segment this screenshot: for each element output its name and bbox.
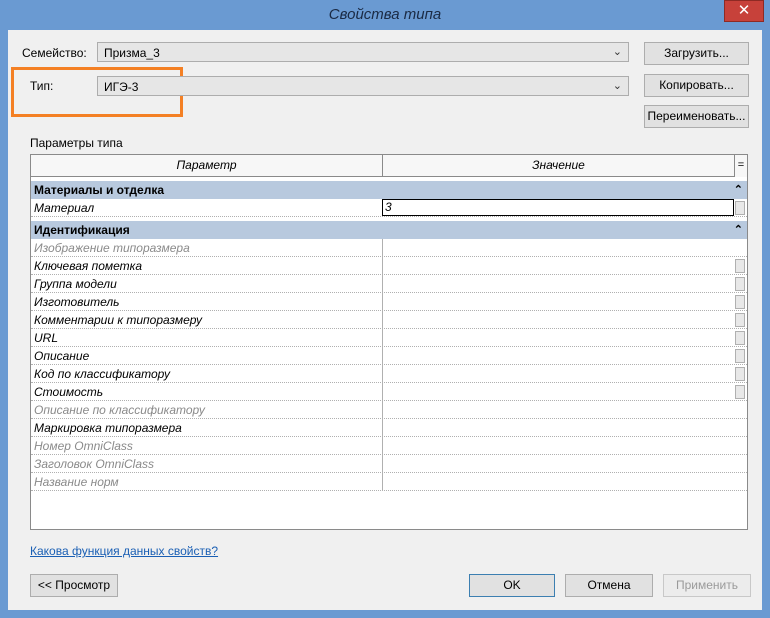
ok-button[interactable]: OK bbox=[469, 574, 555, 597]
chevron-down-icon: ⌄ bbox=[612, 46, 622, 58]
cancel-button[interactable]: Отмена bbox=[565, 574, 653, 597]
close-icon: ✕ bbox=[737, 2, 751, 19]
associate-param-button[interactable] bbox=[735, 367, 745, 381]
table-row[interactable]: Номер OmniClass bbox=[31, 437, 747, 455]
param-name: Название норм bbox=[34, 475, 119, 489]
table-row[interactable]: Заголовок OmniClass bbox=[31, 455, 747, 473]
param-value[interactable] bbox=[382, 257, 734, 275]
param-name: Стоимость bbox=[34, 385, 104, 399]
associate-param-button[interactable] bbox=[735, 313, 745, 327]
param-value[interactable] bbox=[382, 419, 734, 437]
type-label: Тип: bbox=[30, 79, 54, 93]
apply-button[interactable]: Применить bbox=[663, 574, 751, 597]
param-name: Описание по классификатору bbox=[34, 403, 205, 417]
param-value[interactable] bbox=[382, 239, 734, 257]
dialog-body: Семейство: Призма_3 ⌄ Загрузить... Тип: … bbox=[8, 30, 762, 610]
param-value[interactable] bbox=[382, 275, 734, 293]
param-name: Комментарии к типоразмеру bbox=[34, 313, 203, 327]
param-value[interactable] bbox=[382, 437, 734, 455]
associate-param-button[interactable] bbox=[735, 201, 745, 215]
family-label: Семейство: bbox=[22, 46, 87, 60]
type-select[interactable]: ИГЭ-3 ⌄ bbox=[97, 76, 629, 96]
type-properties-dialog: Свойства типа ✕ Семейство: Призма_3 ⌄ За… bbox=[0, 0, 770, 618]
close-button[interactable]: ✕ bbox=[724, 0, 764, 22]
param-value[interactable] bbox=[382, 473, 734, 491]
table-row[interactable]: Изготовитель bbox=[31, 293, 747, 311]
family-select[interactable]: Призма_3 ⌄ bbox=[97, 42, 629, 62]
param-name: Маркировка типоразмера bbox=[34, 421, 182, 435]
table-row[interactable]: Материал 3 bbox=[31, 199, 747, 217]
param-value[interactable] bbox=[382, 365, 734, 383]
collapse-icon[interactable]: ⌃ bbox=[734, 181, 743, 199]
column-header-parameter[interactable]: Параметр bbox=[31, 155, 383, 177]
copy-button[interactable]: Копировать... bbox=[644, 74, 749, 97]
dialog-title: Свойства типа bbox=[328, 6, 442, 23]
table-row[interactable]: Группа модели bbox=[31, 275, 747, 293]
param-value[interactable] bbox=[382, 347, 734, 365]
associate-param-button[interactable] bbox=[735, 385, 745, 399]
load-button[interactable]: Загрузить... bbox=[644, 42, 749, 65]
collapse-icon[interactable]: ⌃ bbox=[734, 221, 743, 239]
table-row[interactable]: Описание bbox=[31, 347, 747, 365]
table-row[interactable]: Код по классификатору bbox=[31, 365, 747, 383]
params-section-title: Параметры типа bbox=[30, 136, 123, 150]
table-row[interactable]: Маркировка типоразмера bbox=[31, 419, 747, 437]
preview-button[interactable]: << Просмотр bbox=[30, 574, 118, 597]
associate-param-button[interactable] bbox=[735, 349, 745, 363]
chevron-down-icon: ⌄ bbox=[612, 80, 622, 92]
table-row[interactable]: URL bbox=[31, 329, 747, 347]
family-value: Призма_3 bbox=[104, 46, 160, 60]
table-row[interactable]: Стоимость bbox=[31, 383, 747, 401]
param-name: URL bbox=[34, 331, 59, 345]
type-parameters-grid: Параметр Значение = Материалы и отделка … bbox=[30, 154, 748, 530]
param-name: Код по классификатору bbox=[34, 367, 170, 381]
param-name: Ключевая пометка bbox=[34, 259, 143, 273]
group-header-identification[interactable]: Идентификация ⌃ bbox=[31, 221, 747, 239]
param-value[interactable] bbox=[382, 329, 734, 347]
param-name: Описание bbox=[34, 349, 90, 363]
param-name: Изображение типоразмера bbox=[34, 241, 190, 255]
table-row[interactable]: Изображение типоразмера bbox=[31, 239, 747, 257]
param-value[interactable] bbox=[382, 455, 734, 473]
type-value: ИГЭ-3 bbox=[104, 80, 139, 94]
param-value[interactable] bbox=[382, 383, 734, 401]
table-row[interactable]: Название норм bbox=[31, 473, 747, 491]
param-name: Материал bbox=[34, 201, 95, 215]
grid-options-button[interactable]: = bbox=[734, 155, 747, 177]
group-title: Материалы и отделка bbox=[34, 183, 165, 197]
associate-param-button[interactable] bbox=[735, 277, 745, 291]
param-name: Группа модели bbox=[34, 277, 117, 291]
table-row[interactable]: Описание по классификатору bbox=[31, 401, 747, 419]
table-row[interactable]: Ключевая пометка bbox=[31, 257, 747, 275]
param-value[interactable] bbox=[382, 311, 734, 329]
title-bar: Свойства типа ✕ bbox=[0, 0, 770, 30]
associate-param-button[interactable] bbox=[735, 295, 745, 309]
param-name: Номер OmniClass bbox=[34, 439, 133, 453]
help-link[interactable]: Какова функция данных свойств? bbox=[30, 544, 218, 558]
param-name: Изготовитель bbox=[34, 295, 120, 309]
param-name: Заголовок OmniClass bbox=[34, 457, 155, 471]
rename-button[interactable]: Переименовать... bbox=[644, 105, 749, 128]
associate-param-button[interactable] bbox=[735, 331, 745, 345]
group-title: Идентификация bbox=[34, 223, 130, 237]
table-row[interactable]: Комментарии к типоразмеру bbox=[31, 311, 747, 329]
column-header-value[interactable]: Значение bbox=[383, 155, 734, 177]
associate-param-button[interactable] bbox=[735, 259, 745, 273]
material-value-field[interactable]: 3 bbox=[382, 199, 734, 216]
param-value[interactable] bbox=[382, 293, 734, 311]
param-value[interactable] bbox=[382, 401, 734, 419]
group-header-materials[interactable]: Материалы и отделка ⌃ bbox=[31, 181, 747, 199]
